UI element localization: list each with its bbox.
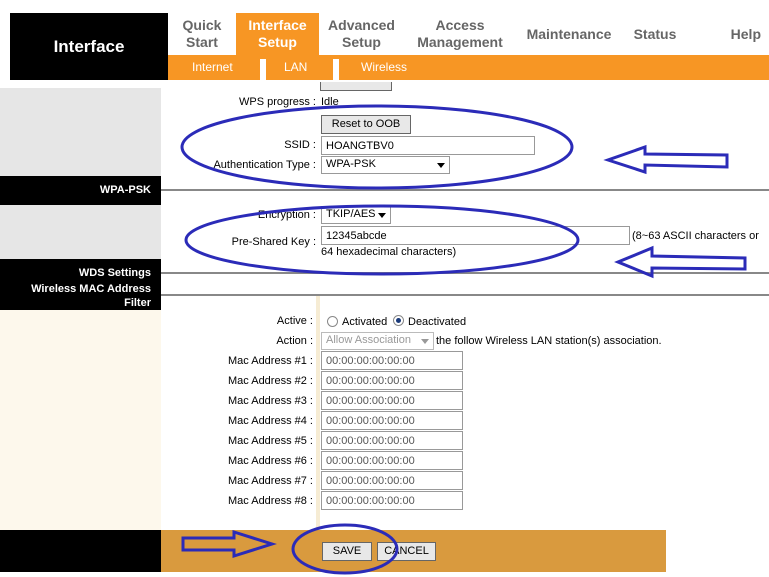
footer-left <box>0 530 161 572</box>
mac-address-label: Mac Address #4 : <box>228 415 313 427</box>
section-mac-filter: Wireless MAC Address Filter <box>0 280 161 310</box>
save-button[interactable]: SAVE <box>322 542 372 561</box>
annotation-arrow <box>603 144 729 175</box>
chevron-down-icon <box>378 213 386 218</box>
active-label: Active : <box>276 315 313 327</box>
ssid-input[interactable] <box>321 136 535 155</box>
subtab-separator <box>333 59 339 80</box>
mac-address-label: Mac Address #1 : <box>228 355 313 367</box>
mac-address-input[interactable] <box>321 471 463 490</box>
main-nav: Quick Start Interface Setup Advanced Set… <box>168 13 769 55</box>
action-select[interactable]: Allow Association <box>321 332 434 350</box>
sub-nav: Internet LAN Wireless <box>168 55 769 80</box>
tab-quick-start[interactable]: Quick Start <box>168 13 236 55</box>
mac-address-input[interactable] <box>321 351 463 370</box>
wps-progress-value: Idle <box>321 96 339 108</box>
psk-hint: (8~63 ASCII characters or <box>632 230 759 242</box>
brand-title: Interface <box>10 13 168 80</box>
subtab-separator <box>260 59 266 80</box>
psk-input[interactable] <box>321 226 630 245</box>
auth-type-label: Authentication Type : <box>213 159 316 171</box>
mac-address-label: Mac Address #6 : <box>228 455 313 467</box>
column-divider <box>316 296 320 530</box>
ssid-label: SSID : <box>284 139 316 151</box>
left-panel <box>0 88 161 176</box>
mac-address-input[interactable] <box>321 391 463 410</box>
activated-label: Activated <box>342 316 388 328</box>
psk-hint: 64 hexadecimal characters) <box>321 246 457 258</box>
mac-address-input[interactable] <box>321 431 463 450</box>
chevron-down-icon <box>421 339 429 344</box>
tab-interface-setup[interactable]: Interface Setup <box>236 13 319 55</box>
previous-button-edge <box>320 82 392 91</box>
activated-radio[interactable] <box>327 316 338 327</box>
mac-address-label: Mac Address #5 : <box>228 435 313 447</box>
wps-progress-label: WPS progress : <box>238 96 316 108</box>
tab-label: Quick Start <box>182 17 222 50</box>
mac-address-label: Mac Address #2 : <box>228 375 313 387</box>
action-value: Allow Association <box>326 334 411 346</box>
left-panel <box>0 310 161 530</box>
tab-advanced-setup[interactable]: Advanced Setup <box>319 13 404 55</box>
mac-address-label: Mac Address #7 : <box>228 475 313 487</box>
divider <box>161 294 769 296</box>
tab-status[interactable]: Status <box>622 13 688 55</box>
cancel-button[interactable]: CANCEL <box>377 542 436 561</box>
tab-access-management[interactable]: Access Management <box>404 13 516 55</box>
tab-maintenance[interactable]: Maintenance <box>516 13 622 55</box>
mac-address-input[interactable] <box>321 491 463 510</box>
mac-address-input[interactable] <box>321 371 463 390</box>
mac-address-input[interactable] <box>321 411 463 430</box>
tab-label: Maintenance <box>526 25 612 42</box>
encryption-value: TKIP/AES <box>326 208 376 220</box>
tab-label: Access Management <box>417 17 503 50</box>
left-panel <box>0 205 161 259</box>
subtab-lan[interactable]: LAN <box>284 55 307 80</box>
deactivated-radio[interactable] <box>393 315 404 326</box>
section-title-line: Wireless MAC Address <box>31 283 151 295</box>
subtab-internet[interactable]: Internet <box>192 55 233 80</box>
divider <box>161 189 769 191</box>
section-title-line: Filter <box>124 297 151 309</box>
section-wds-settings: WDS Settings <box>0 259 161 280</box>
auth-type-value: WPA-PSK <box>326 158 376 170</box>
tab-label: Status <box>633 25 677 42</box>
psk-label: Pre-Shared Key : <box>231 236 316 248</box>
action-label: Action : <box>276 335 313 347</box>
encryption-label: Encryption : <box>257 209 316 221</box>
section-wpa-psk: WPA-PSK <box>0 176 161 205</box>
encryption-select[interactable]: TKIP/AES <box>321 206 391 224</box>
tab-help[interactable]: Help <box>688 13 769 55</box>
action-suffix: the follow Wireless LAN station(s) assoc… <box>436 335 662 347</box>
tab-label: Help <box>730 25 761 42</box>
subtab-wireless[interactable]: Wireless <box>361 55 407 80</box>
mac-address-label: Mac Address #3 : <box>228 395 313 407</box>
mac-address-label: Mac Address #8 : <box>228 495 313 507</box>
chevron-down-icon <box>437 163 445 168</box>
auth-type-select[interactable]: WPA-PSK <box>321 156 450 174</box>
divider <box>161 272 769 274</box>
mac-address-input[interactable] <box>321 451 463 470</box>
tab-label: Advanced Setup <box>328 17 395 50</box>
tab-label: Interface Setup <box>248 17 307 50</box>
reset-to-oob-button[interactable]: Reset to OOB <box>321 115 411 134</box>
deactivated-label: Deactivated <box>408 316 467 328</box>
